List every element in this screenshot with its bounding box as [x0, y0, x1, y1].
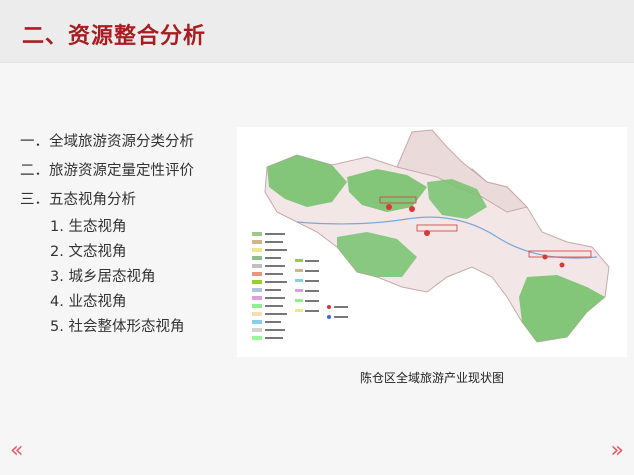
sub-item-ecology: 1. 生态视角	[50, 219, 127, 235]
next-slide-button[interactable]: »	[611, 438, 625, 463]
sub-item-culture: 2. 文态视角	[50, 244, 127, 260]
sub-item-industry: 4. 业态视角	[50, 294, 127, 310]
slide-title: 二、资源整合分析	[22, 24, 207, 49]
outline-item-2: 二．旅游资源定量定性评价	[20, 163, 194, 179]
sub-item-society: 5. 社会整体形态视角	[50, 319, 185, 335]
map-marker	[559, 262, 565, 268]
map-marker	[386, 204, 392, 210]
outline-item-1: 一．全域旅游资源分类分析	[20, 134, 194, 150]
slide-header: 二、资源整合分析	[0, 0, 634, 63]
sub-item-settlement: 3. 城乡居态视角	[50, 269, 156, 285]
tourism-industry-map	[237, 127, 627, 357]
map-marker	[409, 206, 415, 212]
previous-slide-button[interactable]: «	[10, 438, 24, 463]
map-legend	[252, 232, 348, 340]
outline-list: 一．全域旅游资源分类分析 二．旅游资源定量定性评价 三．五态视角分析 1. 生态…	[20, 128, 240, 340]
map-image	[252, 129, 610, 343]
map-caption: 陈仓区全域旅游产业现状图	[359, 371, 504, 385]
outline-item-3: 三．五态视角分析	[20, 192, 136, 208]
slide: 二、资源整合分析 一．全域旅游资源分类分析 二．旅游资源定量定性评价 三．五态视…	[0, 0, 634, 475]
